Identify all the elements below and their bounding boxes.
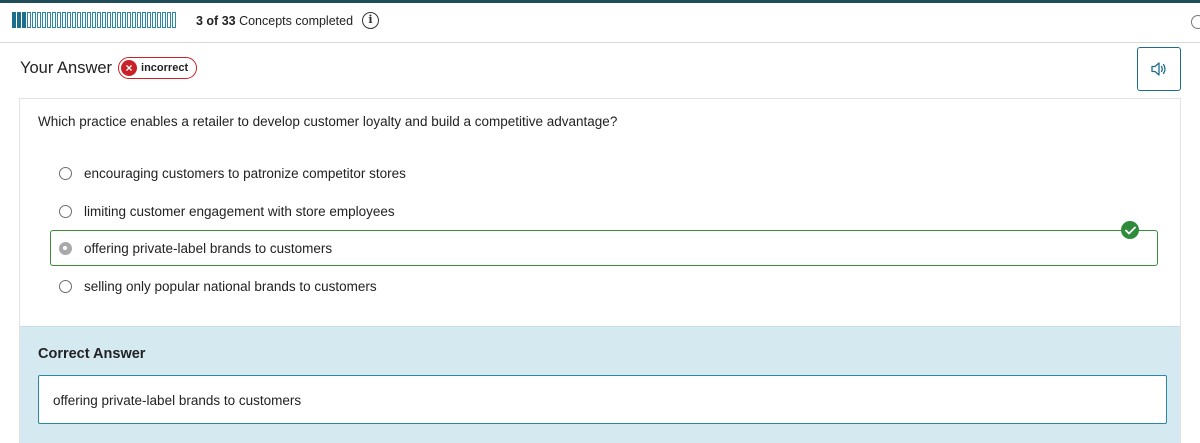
option-label: limiting customer engagement with store … xyxy=(84,203,395,219)
progress-segment xyxy=(52,12,56,28)
progress-segment xyxy=(37,12,41,28)
progress-segment xyxy=(102,12,106,28)
question-prompt: Which practice enables a retailer to dev… xyxy=(38,114,618,129)
concept-progress-meter xyxy=(12,12,176,28)
progress-segment xyxy=(152,12,156,28)
radio-button[interactable] xyxy=(59,166,72,180)
radio-button[interactable] xyxy=(59,204,72,218)
progress-segment xyxy=(12,12,16,28)
progress-segment xyxy=(67,12,71,28)
progress-segment xyxy=(142,12,146,28)
progress-segment xyxy=(162,12,166,28)
status-badge: × incorrect xyxy=(118,57,198,79)
progress-segment xyxy=(157,12,161,28)
speaker-icon xyxy=(1151,62,1166,76)
answer-title: Your Answer xyxy=(20,58,113,77)
progress-segment xyxy=(22,12,26,28)
radio-button-selected[interactable] xyxy=(59,241,72,255)
partial-circle-icon[interactable] xyxy=(1191,15,1200,29)
answer-option[interactable]: selling only popular national brands to … xyxy=(50,268,1158,304)
progress-segment xyxy=(92,12,96,28)
progress-segment xyxy=(77,12,81,28)
read-aloud-button[interactable] xyxy=(1137,47,1181,91)
progress-segment xyxy=(72,12,76,28)
progress-segment xyxy=(132,12,136,28)
progress-segment xyxy=(42,12,46,28)
correct-answer-panel: Correct Answer offering private-label br… xyxy=(20,326,1180,443)
answer-option[interactable]: encouraging customers to patronize compe… xyxy=(50,155,1158,191)
progress-segment xyxy=(147,12,151,28)
progress-segment xyxy=(17,12,21,28)
option-label: selling only popular national brands to … xyxy=(84,278,377,294)
progress-segment xyxy=(82,12,86,28)
info-icon[interactable]: i xyxy=(362,12,379,29)
correct-answer-title: Correct Answer xyxy=(38,346,146,362)
status-label: incorrect xyxy=(141,62,189,74)
question-card: Which practice enables a retailer to dev… xyxy=(19,98,1181,443)
progress-segment xyxy=(117,12,121,28)
progress-segment xyxy=(112,12,116,28)
option-label: offering private-label brands to custome… xyxy=(84,240,333,256)
check-circle-icon xyxy=(1121,221,1139,239)
progress-segment xyxy=(122,12,126,28)
answer-option-selected[interactable]: offering private-label brands to custome… xyxy=(50,221,1158,266)
x-circle-icon: × xyxy=(121,60,138,76)
progress-segment xyxy=(87,12,91,28)
radio-button[interactable] xyxy=(59,279,72,293)
progress-label: Concepts completed xyxy=(235,14,354,28)
progress-segment xyxy=(167,12,171,28)
progress-text: 3 of 33 Concepts completed xyxy=(196,14,353,28)
progress-segment xyxy=(127,12,131,28)
option-label: encouraging customers to patronize compe… xyxy=(84,165,406,181)
correct-answer-box: offering private-label brands to custome… xyxy=(38,375,1167,424)
progress-segment xyxy=(97,12,101,28)
progress-segment xyxy=(47,12,51,28)
correct-answer-text: offering private-label brands to custome… xyxy=(53,393,302,408)
progress-bar-row: 3 of 33 Concepts completed i xyxy=(0,3,1200,43)
progress-segment xyxy=(27,12,31,28)
progress-segment xyxy=(107,12,111,28)
answer-option[interactable]: limiting customer engagement with store … xyxy=(50,193,1158,229)
progress-segment xyxy=(62,12,66,28)
progress-count: 3 of 33 xyxy=(196,14,236,28)
progress-segment xyxy=(57,12,61,28)
answer-header: Your Answer × incorrect xyxy=(20,57,198,79)
progress-segment xyxy=(172,12,176,28)
progress-segment xyxy=(32,12,36,28)
progress-segment xyxy=(137,12,141,28)
